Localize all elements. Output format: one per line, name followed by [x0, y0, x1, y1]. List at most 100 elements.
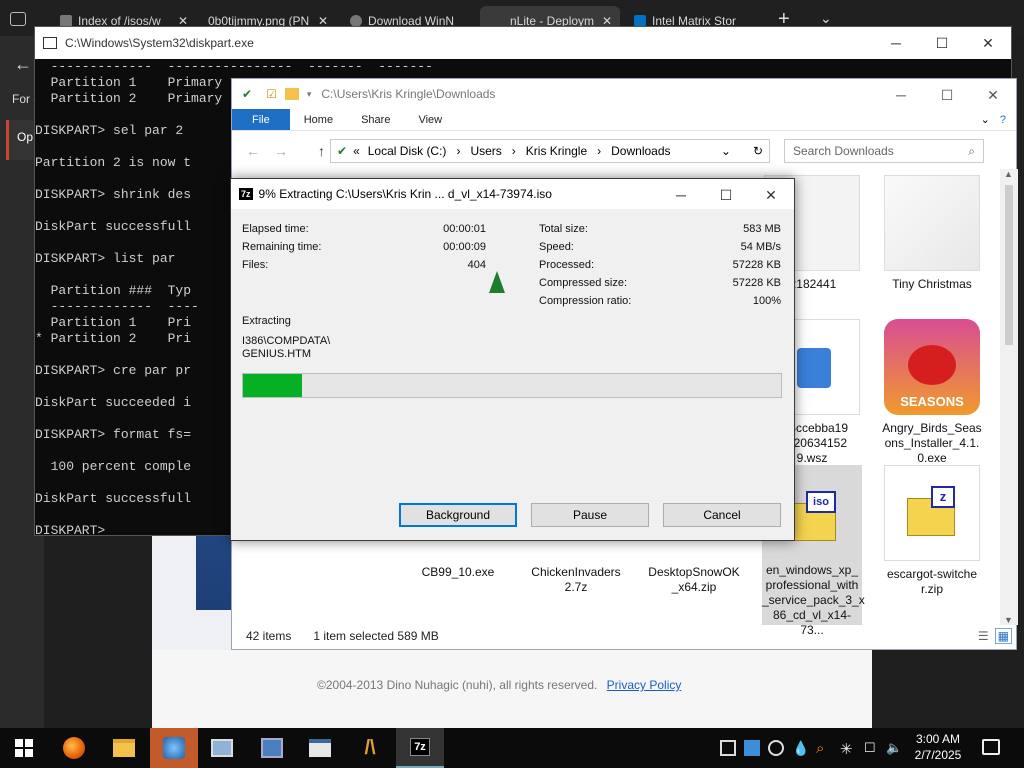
details-view-icon[interactable]: ☰ — [978, 629, 989, 643]
up-arrow-icon[interactable]: ↑ — [318, 143, 325, 159]
chevron-down-icon[interactable]: ⌄ — [721, 144, 731, 158]
breadcrumb-kris-kringle[interactable]: Kris Kringle — [526, 144, 587, 158]
clock[interactable]: 3:00 AM 2/7/2025 — [912, 731, 964, 763]
file-name: CB99_10.exe — [421, 565, 495, 579]
close-button[interactable]: ✕ — [970, 79, 1016, 111]
tray-app-icon[interactable] — [720, 740, 736, 756]
cmd-line: ------------- ---------------- ------- -… — [35, 59, 433, 74]
minimize-button[interactable]: ─ — [873, 27, 919, 59]
ribbon-tab-file[interactable]: File — [232, 109, 290, 130]
taskbar-app[interactable] — [198, 728, 246, 768]
notification-icon[interactable] — [982, 739, 1000, 755]
taskbar-7zip-active[interactable]: 7z — [396, 728, 444, 768]
breadcrumb-prefix: « — [353, 144, 360, 158]
maximize-button[interactable]: ☐ — [919, 27, 965, 59]
explorer-titlebar[interactable]: ✔ ☑ ▾ C:\Users\Kris Kringle\Downloads ─ … — [232, 79, 1016, 109]
processed-label: Processed: — [539, 259, 595, 271]
taskbar-app[interactable]: /\ — [346, 728, 394, 768]
file-item[interactable]: Tiny Christmas — [882, 175, 982, 292]
clock-date: 2/7/2025 — [914, 748, 962, 762]
address-bar[interactable]: ✔ « Local Disk (C:) › Users › Kris Kring… — [330, 139, 770, 163]
7zip-icon: 7z — [410, 738, 430, 756]
nlite-icon — [163, 737, 185, 759]
chevron-down-icon[interactable]: ⌄ — [820, 10, 832, 27]
item-count: 42 items — [246, 629, 292, 643]
ribbon-tabs: File Home Share View ⌄ ? — [232, 109, 1016, 131]
tray-snowflake-icon[interactable]: ✳ — [840, 740, 856, 758]
cancel-button[interactable]: Cancel — [663, 503, 781, 527]
maximize-button[interactable]: ☐ — [924, 79, 970, 111]
breadcrumb-downloads[interactable]: Downloads — [611, 144, 670, 158]
refresh-icon[interactable]: ↻ — [753, 144, 763, 158]
compression-ratio-label: Compression ratio: — [539, 295, 632, 307]
taskbar-firefox[interactable] — [50, 728, 98, 768]
vertical-scrollbar[interactable]: ▲ ▼ — [1000, 169, 1018, 625]
processed-value: 57228 KB — [732, 259, 781, 271]
ribbon-tab-share[interactable]: Share — [347, 109, 404, 130]
elapsed-label: Elapsed time: — [242, 223, 309, 235]
progress-bar — [242, 373, 782, 398]
tray-app-icon[interactable] — [744, 740, 760, 756]
ribbon-tab-home[interactable]: Home — [290, 109, 347, 130]
chevron-down-icon[interactable]: ▾ — [307, 89, 312, 100]
file-item[interactable]: SEASONS Angry_Birds_Seas ons_Installer_4… — [882, 319, 982, 466]
file-name: Tiny Christmas — [892, 277, 972, 291]
minimize-button[interactable]: ─ — [878, 79, 924, 111]
remaining-value: 00:00:09 — [443, 241, 486, 253]
breadcrumb-local-disk[interactable]: Local Disk (C:) — [368, 144, 447, 158]
speed-value: 54 MB/s — [740, 241, 781, 253]
file-name: DesktopSnowOK _x64.zip — [648, 565, 740, 594]
file-item[interactable]: ChickenInvaders 2.7z — [526, 561, 626, 595]
compression-ratio-value: 100% — [752, 295, 781, 307]
selection-info: 1 item selected 589 MB — [313, 629, 439, 643]
location-check-icon: ✔ — [337, 144, 348, 158]
taskbar-app[interactable] — [248, 728, 296, 768]
current-file-path: I386\COMPDATA\ — [242, 335, 331, 347]
back-arrow-icon[interactable]: ← — [14, 54, 32, 75]
breadcrumb-users[interactable]: Users — [470, 144, 501, 158]
minimize-button[interactable]: ─ — [658, 179, 704, 211]
computer-icon — [211, 739, 233, 757]
elapsed-value: 00:00:01 — [443, 223, 486, 235]
maximize-button[interactable]: ☐ — [703, 179, 749, 211]
taskbar-file-explorer[interactable] — [100, 728, 148, 768]
network-icon[interactable]: ☐ — [864, 740, 880, 756]
start-button[interactable] — [0, 728, 48, 768]
privacy-policy-link[interactable]: Privacy Policy — [607, 678, 682, 692]
installer-icon — [261, 738, 283, 758]
ribbon-tab-view[interactable]: View — [404, 109, 456, 130]
taskbar-app[interactable] — [296, 728, 344, 768]
file-item[interactable]: CB99_10.exe — [408, 561, 508, 580]
search-input[interactable]: Search Downloads ⌕ — [784, 139, 984, 163]
cmd-window-icon — [43, 37, 57, 49]
tray-search-icon[interactable]: ⌕ — [816, 740, 832, 757]
back-arrow-icon[interactable]: ← — [246, 143, 260, 159]
large-icons-view-icon[interactable]: ▦ — [994, 628, 1012, 644]
action-label: Extracting — [242, 315, 291, 327]
files-label: Files: — [242, 259, 269, 271]
tray-app-icon[interactable] — [768, 740, 784, 756]
firefox-icon — [63, 737, 85, 759]
chevron-down-icon[interactable]: ⌄ — [981, 109, 990, 130]
tray-drop-icon[interactable]: 💧 — [792, 740, 809, 756]
volume-muted-icon[interactable]: 🔈 — [886, 740, 902, 756]
current-file-name: GENIUS.HTM — [242, 348, 312, 360]
close-button[interactable]: ✕ — [748, 179, 794, 211]
pause-button[interactable]: Pause — [531, 503, 649, 527]
file-item[interactable]: DesktopSnowOK _x64.zip — [644, 561, 744, 595]
status-bar: 42 items 1 item selected 589 MB ☰ ▦ — [232, 623, 1018, 649]
properties-icon[interactable]: ☑ — [266, 87, 277, 101]
tab-actions-icon[interactable] — [10, 12, 26, 26]
taskbar-nlite[interactable] — [150, 728, 198, 768]
file-item[interactable]: z escargot-switche r.zip — [882, 465, 982, 597]
close-button[interactable]: ✕ — [965, 27, 1011, 59]
compressed-size-value: 57228 KB — [732, 277, 781, 289]
background-button[interactable]: Background — [399, 503, 517, 527]
cmd-titlebar[interactable]: C:\Windows\System32\diskpart.exe ─ ☐ ✕ — [35, 27, 1011, 59]
forward-arrow-icon[interactable]: → — [274, 143, 288, 159]
help-icon[interactable]: ? — [1000, 109, 1006, 130]
folder-icon — [113, 739, 135, 757]
extract-progress-dialog[interactable]: 7z 9% Extracting C:\Users\Kris Krin ... … — [230, 178, 795, 541]
angry-birds-icon: SEASONS — [884, 319, 980, 415]
dialog-titlebar[interactable]: 7z 9% Extracting C:\Users\Kris Krin ... … — [231, 179, 794, 209]
